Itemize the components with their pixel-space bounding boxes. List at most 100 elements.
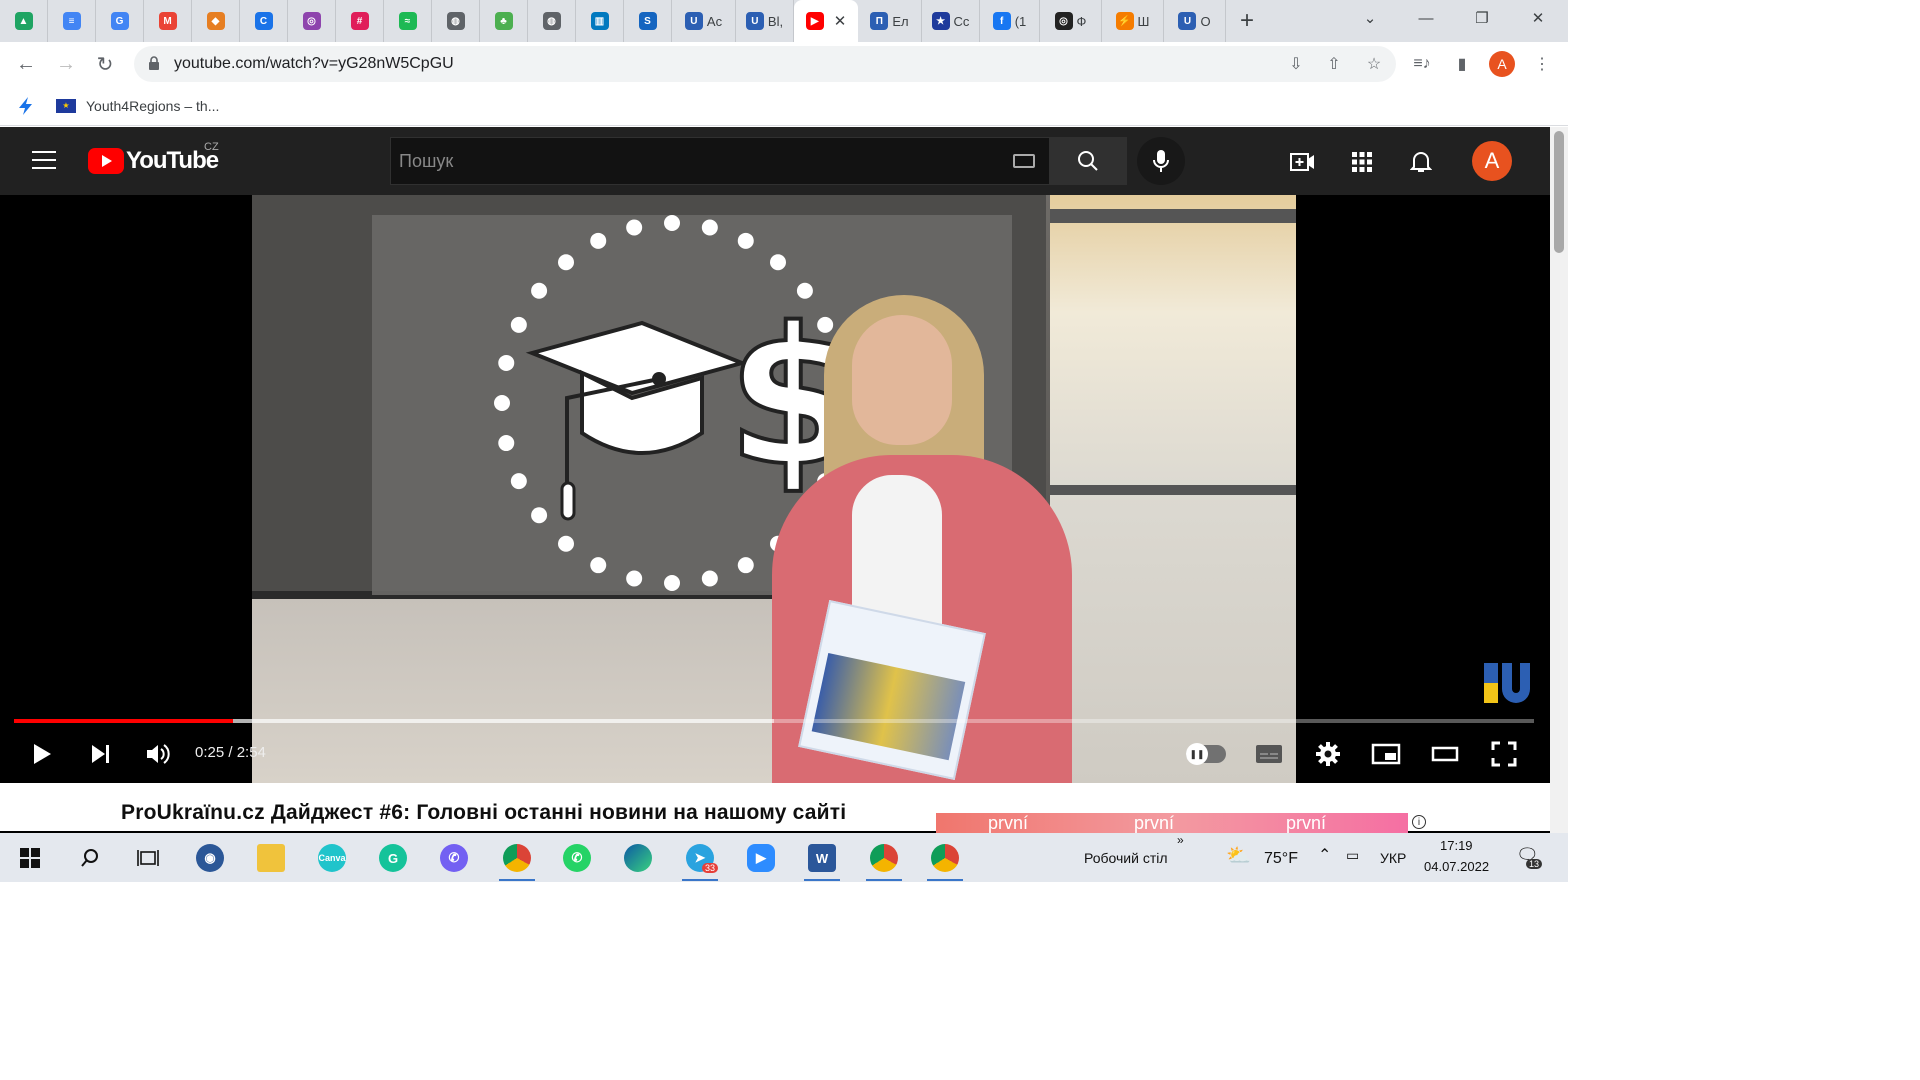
- menu-icon[interactable]: [32, 151, 56, 169]
- whatsapp-icon[interactable]: ✆: [557, 839, 597, 877]
- back-button[interactable]: ←: [12, 50, 40, 78]
- browser-tab[interactable]: ◍: [528, 0, 576, 42]
- browser-tab[interactable]: ◎: [288, 0, 336, 42]
- app-icon-1[interactable]: ◉: [190, 839, 230, 877]
- browser-tab[interactable]: ≈: [384, 0, 432, 42]
- search-taskbar-icon[interactable]: [70, 839, 110, 877]
- telegram-badge: 33: [702, 863, 719, 873]
- user-avatar[interactable]: A: [1472, 141, 1512, 181]
- clock-time[interactable]: 17:19: [1440, 838, 1473, 853]
- subtitles-button[interactable]: [1253, 738, 1285, 770]
- chrome-profile-3-icon[interactable]: [925, 839, 965, 881]
- weather-cloud-icon[interactable]: ⛅: [1226, 843, 1251, 868]
- browser-tab[interactable]: ◎ Ф: [1040, 0, 1102, 42]
- task-view-icon[interactable]: [128, 839, 168, 877]
- browser-tab[interactable]: M: [144, 0, 192, 42]
- desktop-toolbar-label[interactable]: Робочий стіл: [1084, 850, 1168, 866]
- bookmark-youth4regions[interactable]: ★ Youth4Regions – th...: [56, 92, 219, 120]
- browser-tab[interactable]: UО: [1164, 0, 1226, 42]
- address-bar[interactable]: youtube.com/watch?v=yG28nW5CpGU ⇩ ⇧ ☆: [134, 46, 1396, 82]
- grammarly-icon[interactable]: G: [373, 839, 413, 877]
- browser-tab[interactable]: f (1: [980, 0, 1040, 42]
- edge-icon[interactable]: [618, 839, 658, 877]
- canva-icon[interactable]: Canva: [312, 839, 352, 877]
- youtube-logo[interactable]: YouTube CZ: [88, 141, 219, 175]
- ad-banner[interactable]: první první první: [936, 813, 1408, 833]
- page-scrollbar[interactable]: [1550, 127, 1568, 833]
- forward-button[interactable]: →: [52, 50, 80, 78]
- browser-tab[interactable]: ♣: [480, 0, 528, 42]
- browser-tab[interactable]: ⚡ Ш: [1102, 0, 1164, 42]
- create-video-icon[interactable]: [1290, 149, 1316, 175]
- globe-icon: ◍: [542, 12, 561, 30]
- notifications-bell-icon[interactable]: [1408, 149, 1434, 175]
- volume-button[interactable]: [142, 738, 174, 770]
- s-icon: S: [638, 12, 657, 30]
- video-player[interactable]: $ 0:25 / 2:54 ❚❚: [0, 195, 1550, 783]
- fullscreen-button[interactable]: [1488, 738, 1520, 770]
- autoplay-toggle[interactable]: ❚❚: [1186, 743, 1226, 765]
- browser-tab[interactable]: U Ac: [672, 0, 736, 42]
- close-window-icon[interactable]: ✕: [1510, 0, 1566, 36]
- temperature[interactable]: 75°F: [1264, 850, 1298, 868]
- viber-icon[interactable]: ✆: [434, 839, 474, 877]
- browser-tab[interactable]: ◆: [192, 0, 240, 42]
- toolbar-expand-icon[interactable]: »: [1177, 833, 1184, 847]
- clock-date[interactable]: 04.07.2022: [1424, 859, 1489, 874]
- next-button[interactable]: [84, 738, 116, 770]
- browser-tab[interactable]: ▥: [576, 0, 624, 42]
- media-queue-icon[interactable]: ≡♪: [1408, 50, 1436, 78]
- side-panel-icon[interactable]: ▮: [1448, 50, 1476, 78]
- browser-tab[interactable]: П Ел: [858, 0, 922, 42]
- browser-tab[interactable]: ▶ ✕: [794, 0, 858, 42]
- start-button[interactable]: [10, 839, 50, 877]
- video-frame[interactable]: $: [252, 195, 1296, 783]
- minimize-icon[interactable]: —: [1398, 0, 1454, 36]
- share-icon[interactable]: ⇧: [1322, 52, 1346, 76]
- notification-count: 13: [1526, 859, 1543, 869]
- close-tab-icon[interactable]: ✕: [834, 12, 847, 30]
- theater-mode-button[interactable]: [1429, 738, 1461, 770]
- search-input[interactable]: [391, 138, 991, 184]
- google-drive-icon: ▲: [14, 12, 33, 30]
- menu-dots-icon[interactable]: ⋮: [1528, 50, 1556, 78]
- browser-tab[interactable]: C: [240, 0, 288, 42]
- play-button[interactable]: [26, 738, 58, 770]
- browser-tab[interactable]: U Bl,: [736, 0, 794, 42]
- u-icon: U: [745, 12, 764, 30]
- settings-button[interactable]: [1312, 738, 1344, 770]
- browser-tab[interactable]: ◍: [432, 0, 480, 42]
- reload-button[interactable]: ↻: [91, 50, 119, 78]
- file-explorer-icon[interactable]: [251, 839, 291, 877]
- search-button[interactable]: [1049, 137, 1127, 185]
- chrome-profile-2-icon[interactable]: [864, 839, 904, 881]
- miniplayer-button[interactable]: [1370, 738, 1402, 770]
- tray-expand-icon[interactable]: ⌃: [1318, 845, 1331, 865]
- battery-icon[interactable]: ▭: [1346, 847, 1359, 864]
- bookmark-item[interactable]: [16, 92, 46, 120]
- voice-search-button[interactable]: [1137, 137, 1185, 185]
- word-icon[interactable]: W: [802, 839, 842, 881]
- browser-tab[interactable]: #: [336, 0, 384, 42]
- apps-grid-icon[interactable]: [1349, 149, 1375, 175]
- browser-tab[interactable]: ≡: [48, 0, 96, 42]
- restore-icon[interactable]: ❐: [1454, 0, 1510, 36]
- new-tab-button[interactable]: +: [1226, 0, 1268, 42]
- ad-info-icon[interactable]: i: [1412, 815, 1426, 829]
- keyboard-icon[interactable]: [1013, 154, 1035, 168]
- progress-bar[interactable]: [14, 719, 1534, 723]
- install-icon[interactable]: ⇩: [1284, 52, 1308, 76]
- telegram-icon[interactable]: ➤ 33: [680, 839, 720, 881]
- zoom-icon[interactable]: ▶: [741, 839, 781, 877]
- profile-avatar[interactable]: A: [1489, 51, 1515, 77]
- language-indicator[interactable]: УКР: [1380, 850, 1406, 866]
- browser-tab[interactable]: ★ Сс: [922, 0, 980, 42]
- search-box: [390, 137, 1050, 185]
- browser-tab[interactable]: G: [96, 0, 144, 42]
- chrome-profile-a-icon[interactable]: [497, 839, 537, 881]
- address-url[interactable]: youtube.com/watch?v=yG28nW5CpGU: [174, 55, 454, 73]
- tab-search-icon[interactable]: ⌄: [1342, 0, 1398, 36]
- browser-tab[interactable]: S: [624, 0, 672, 42]
- browser-tab[interactable]: ▲: [0, 0, 48, 42]
- bookmark-star-icon[interactable]: ☆: [1362, 52, 1386, 76]
